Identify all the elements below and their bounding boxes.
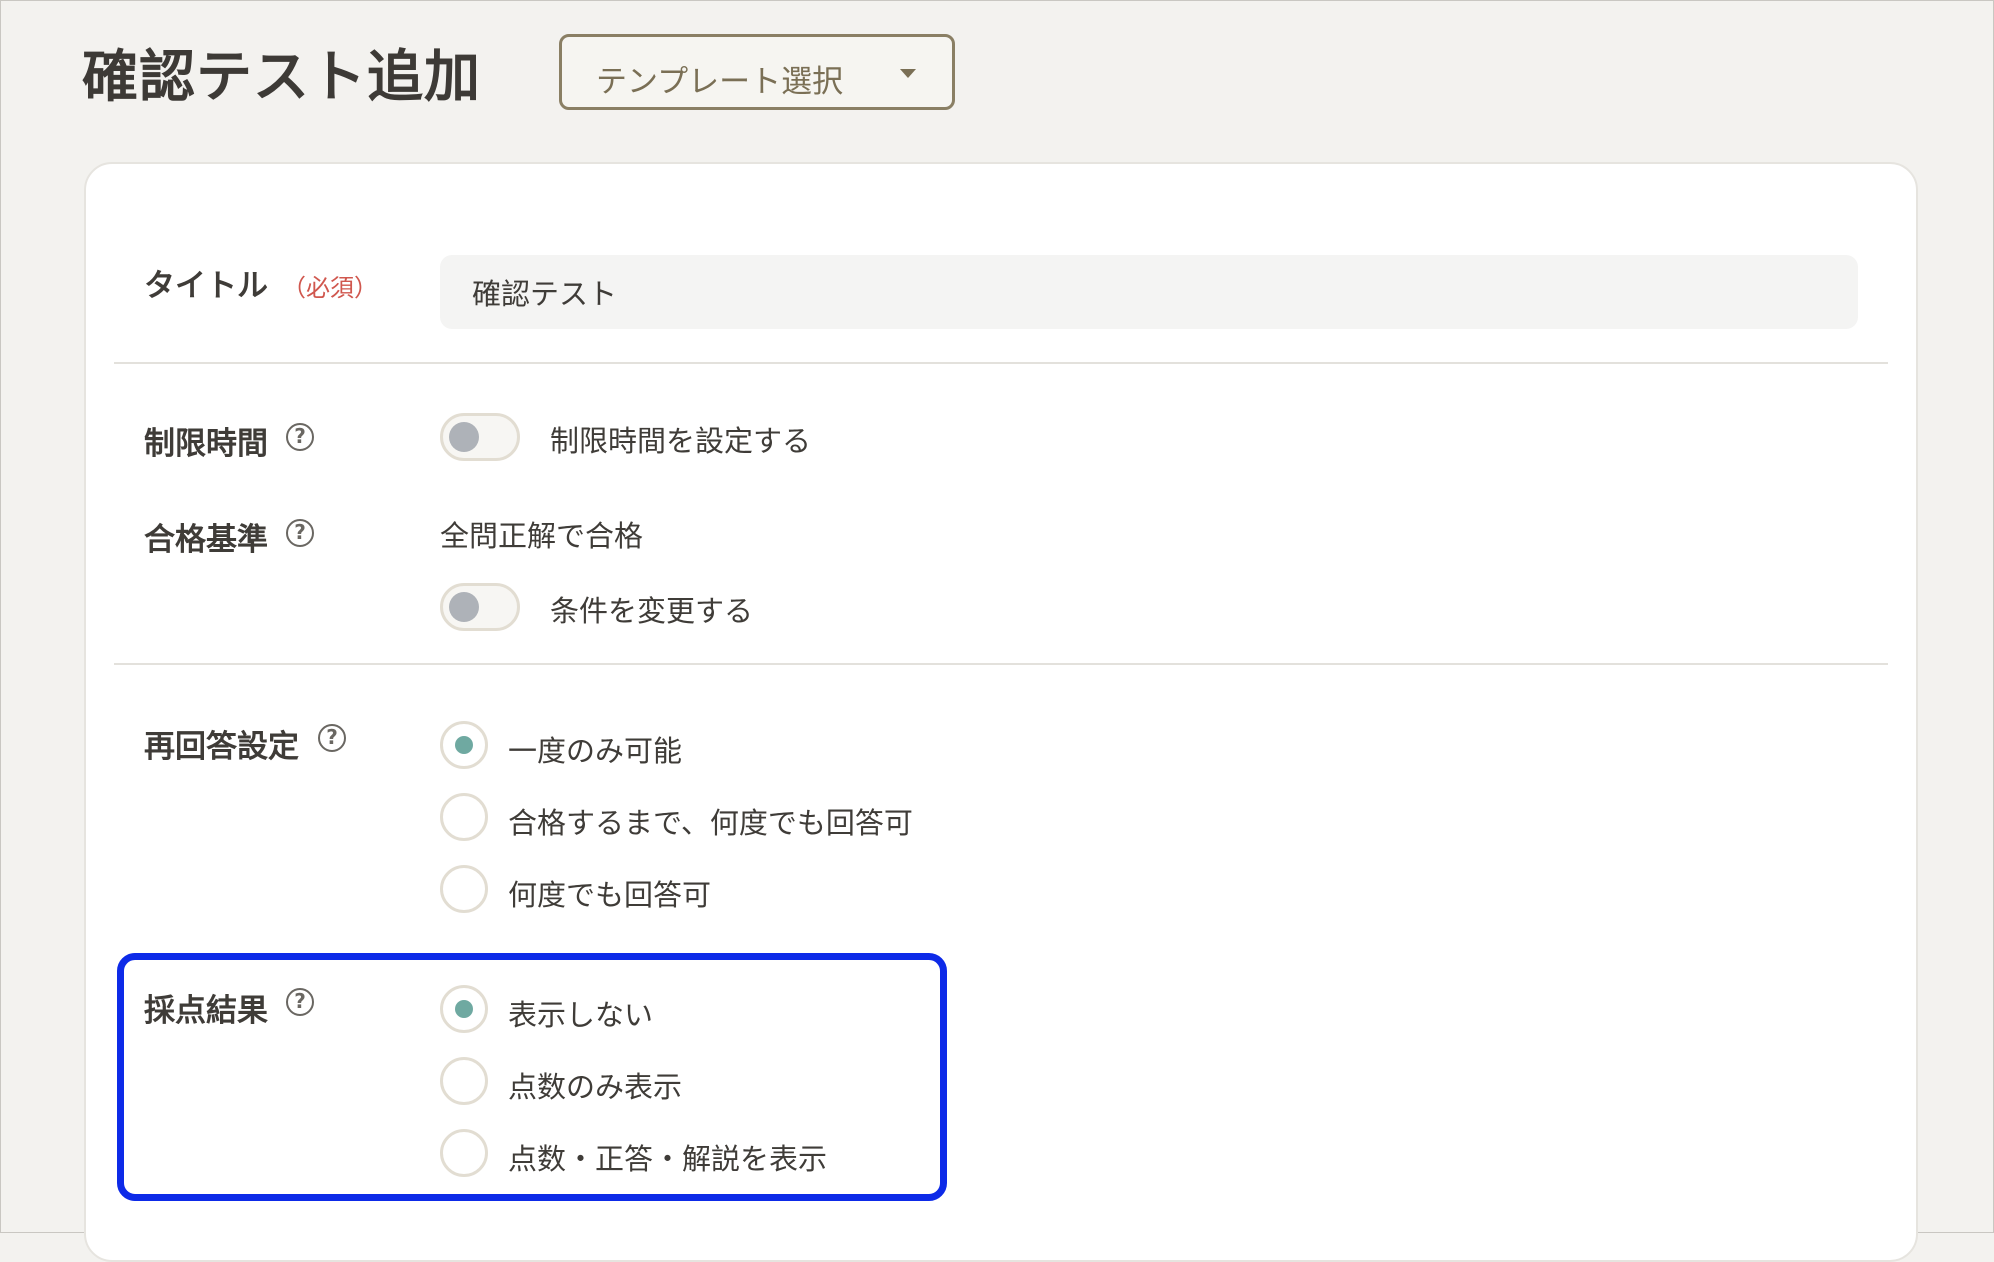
reanswer-option-label: 一度のみ可能 (508, 734, 683, 768)
scoring-radio-full[interactable] (440, 1129, 488, 1177)
divider (114, 663, 1888, 665)
reanswer-radio-once[interactable] (440, 721, 488, 769)
pass-criteria-toggle[interactable] (440, 583, 520, 631)
toggle-knob (449, 592, 479, 622)
time-limit-toggle-label: 制限時間を設定する (550, 424, 812, 458)
reanswer-option-label: 合格するまで、何度でも回答可 (508, 806, 913, 840)
scoring-radio-score-only[interactable] (440, 1057, 488, 1105)
reanswer-radio-until-pass[interactable] (440, 793, 488, 841)
time-limit-toggle[interactable] (440, 413, 520, 461)
reanswer-option-label: 何度でも回答可 (508, 878, 712, 912)
title-input[interactable] (440, 255, 1858, 329)
scoring-option-label: 点数・正答・解説を表示 (508, 1142, 828, 1176)
reanswer-radio-unlimited[interactable] (440, 865, 488, 913)
reanswer-label: 再回答設定 (144, 729, 299, 765)
template-select-dropdown[interactable]: テンプレート選択 (559, 34, 955, 110)
pass-criteria-value: 全問正解で合格 (440, 519, 644, 553)
help-icon[interactable]: ? (286, 519, 314, 547)
toggle-knob (449, 422, 479, 452)
template-select-label: テンプレート選択 (596, 64, 844, 100)
page-title: 確認テスト追加 (82, 45, 481, 110)
pass-criteria-toggle-label: 条件を変更する (550, 594, 754, 628)
help-icon[interactable]: ? (286, 423, 314, 451)
pass-criteria-label: 合格基準 (144, 522, 268, 558)
title-label-text: タイトル (144, 268, 268, 304)
help-icon[interactable]: ? (318, 724, 346, 752)
scoring-option-label: 表示しない (508, 998, 654, 1032)
help-icon[interactable]: ? (286, 988, 314, 1016)
scoring-option-label: 点数のみ表示 (508, 1070, 683, 1104)
chevron-down-icon (900, 69, 916, 78)
required-badge: （必須） (282, 274, 378, 302)
time-limit-label: 制限時間 (144, 426, 268, 462)
scoring-radio-hidden[interactable] (440, 985, 488, 1033)
scoring-label: 採点結果 (144, 993, 268, 1029)
divider (114, 362, 1888, 364)
title-label: タイトル （必須） (144, 260, 378, 305)
